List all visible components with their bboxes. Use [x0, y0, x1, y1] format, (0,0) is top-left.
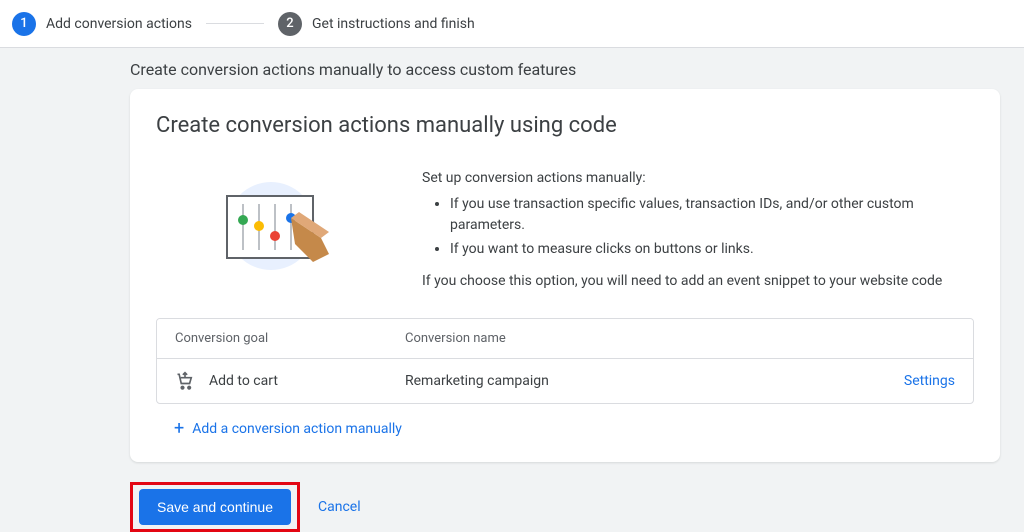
cart-icon [175, 371, 195, 391]
step-2-label: Get instructions and finish [312, 16, 475, 32]
card-description: Set up conversion actions manually: If y… [422, 168, 974, 292]
highlight-box: Save and continue [130, 482, 300, 532]
slider-hand-icon [191, 168, 351, 288]
step-2-number: 2 [278, 12, 302, 36]
page-subtitle: Create conversion actions manually to ac… [0, 48, 1024, 89]
desc-intro: Set up conversion actions manually: [422, 168, 974, 190]
card-title: Create conversion actions manually using… [156, 113, 974, 138]
desc-bullet-1: If you use transaction specific values, … [450, 194, 974, 237]
stepper: 1 Add conversion actions 2 Get instructi… [0, 0, 1024, 48]
cancel-button[interactable]: Cancel [318, 499, 361, 515]
step-divider [206, 23, 264, 24]
row-goal: Add to cart [209, 373, 278, 389]
row-name: Remarketing campaign [405, 373, 835, 389]
step-1[interactable]: 1 Add conversion actions [12, 12, 192, 36]
add-conversion-action-button[interactable]: + Add a conversion action manually [156, 404, 974, 440]
step-1-number: 1 [12, 12, 36, 36]
th-goal: Conversion goal [175, 331, 405, 346]
manual-conversion-card: Create conversion actions manually using… [130, 89, 1000, 462]
th-name: Conversion name [405, 331, 835, 346]
illustration [156, 168, 386, 288]
step-1-label: Add conversion actions [46, 16, 192, 32]
desc-bullet-2: If you want to measure clicks on buttons… [450, 239, 974, 261]
add-action-label: Add a conversion action manually [192, 421, 402, 437]
step-2[interactable]: 2 Get instructions and finish [278, 12, 475, 36]
conversion-table: Conversion goal Conversion name Add to c… [156, 318, 974, 404]
plus-icon: + [174, 420, 184, 438]
table-row: Add to cart Remarketing campaign Setting… [157, 359, 973, 403]
desc-note: If you choose this option, you will need… [422, 271, 974, 293]
footer-actions: Save and continue Cancel [130, 482, 1024, 532]
card-content-row: Set up conversion actions manually: If y… [156, 168, 974, 292]
table-header: Conversion goal Conversion name [157, 319, 973, 359]
row-settings-link[interactable]: Settings [835, 373, 955, 389]
save-continue-button[interactable]: Save and continue [139, 489, 291, 525]
